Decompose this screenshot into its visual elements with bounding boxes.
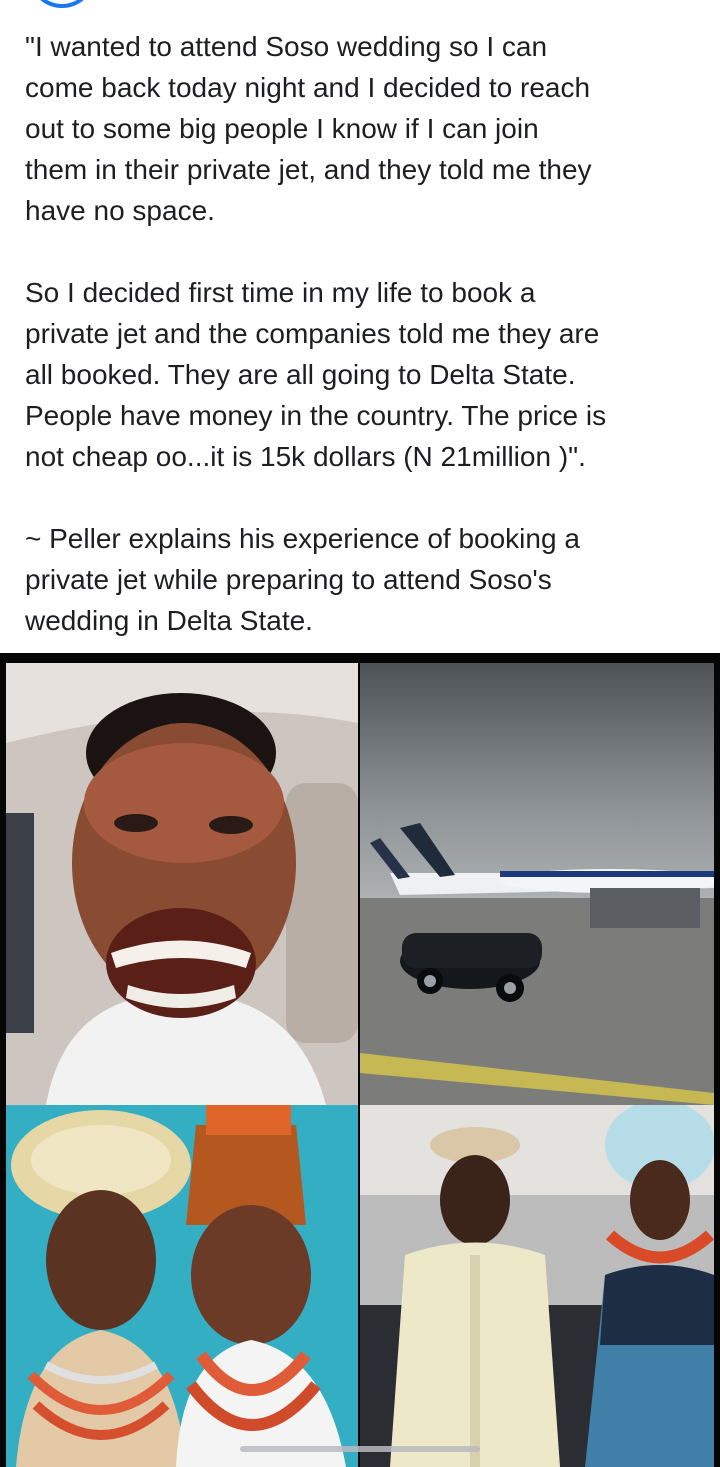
wedding-procession-photo[interactable] xyxy=(360,1105,714,1467)
procession-illustration xyxy=(360,1105,714,1467)
selfie-in-car-photo[interactable] xyxy=(6,663,358,1105)
post-text: "I wanted to attend Soso wedding so I ca… xyxy=(25,26,705,641)
post-paragraph-caption: ~ Peller explains his experience of book… xyxy=(25,523,580,636)
selfie-illustration xyxy=(6,663,358,1105)
home-indicator[interactable] xyxy=(240,1446,480,1452)
couple-traditional-attire-photo[interactable] xyxy=(6,1105,358,1467)
jet-illustration xyxy=(360,663,714,1105)
photo-collage[interactable] xyxy=(0,653,720,1467)
post-paragraph-quote-1: "I wanted to attend Soso wedding so I ca… xyxy=(25,31,592,226)
couple-illustration xyxy=(6,1105,358,1467)
author-avatar[interactable] xyxy=(30,0,94,8)
post-paragraph-quote-2: So I decided first time in my life to bo… xyxy=(25,277,607,472)
private-jet-on-tarmac-photo[interactable] xyxy=(360,663,714,1105)
